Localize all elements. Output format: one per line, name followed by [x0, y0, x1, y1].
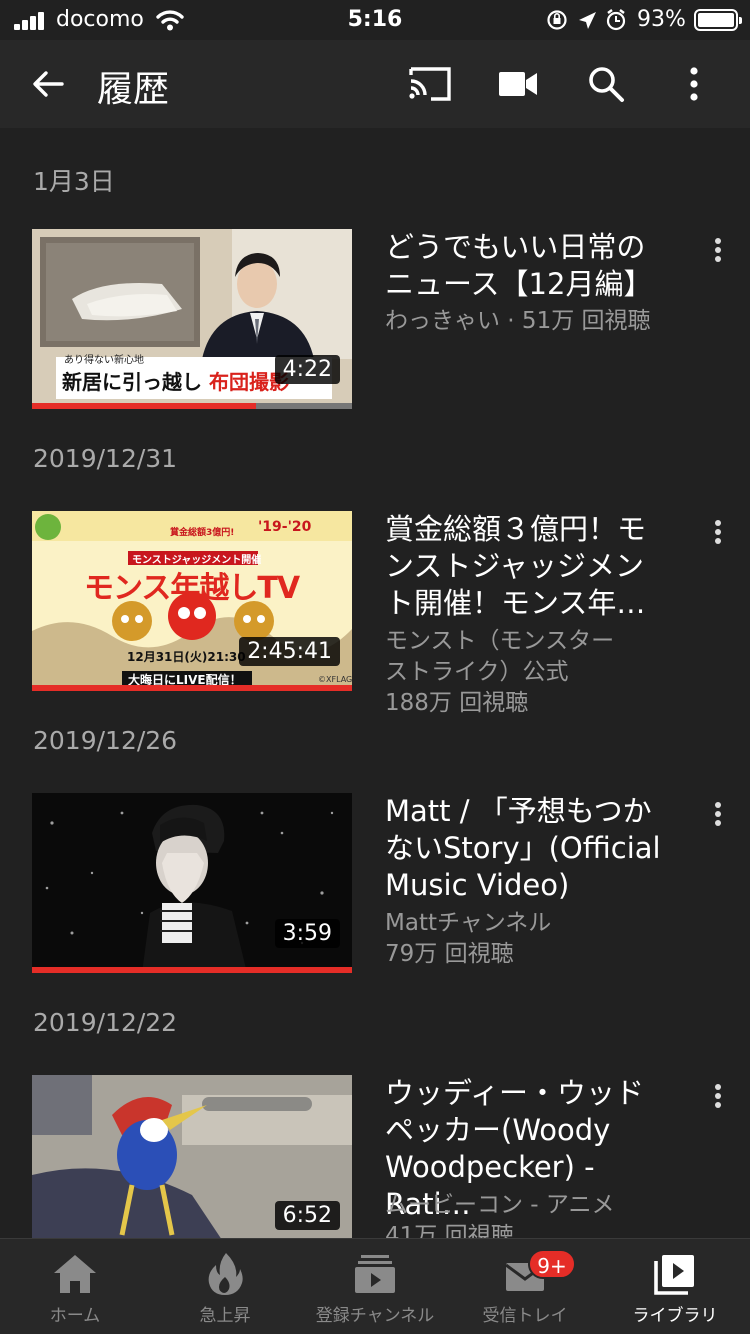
- subscriptions-icon: [355, 1255, 395, 1293]
- video-title[interactable]: どうでもいい日常の ニュース【12月編】: [385, 229, 685, 303]
- video-title[interactable]: 賞金総額３億円！モ ンストジャッジメン ト開催！モンス年…: [385, 511, 685, 622]
- video-title-line: ウッディー・ウッド: [385, 1076, 644, 1110]
- watch-progress-bar: [32, 685, 352, 691]
- video-meta-line: 41万 回視聴: [385, 1223, 514, 1238]
- banner-copyright: ©XFLAG: [318, 675, 352, 684]
- video-title-line: Matt / 「予想もつか: [385, 794, 652, 828]
- battery-percentage: 93%: [637, 7, 686, 32]
- history-list: 1月3日 あり得ない新心地 新居に引っ越し 布団撮影 4:22 どうでもいい日常…: [0, 128, 750, 1238]
- library-icon: [654, 1255, 694, 1295]
- video-camera-icon: [499, 72, 537, 96]
- alarm-icon: [606, 9, 626, 31]
- nav-trending[interactable]: 急上昇: [150, 1239, 300, 1334]
- video-meta: Mattチャンネル 79万 回視聴: [385, 908, 685, 970]
- cast-button[interactable]: [402, 56, 458, 112]
- video-more-options-button[interactable]: [706, 514, 730, 550]
- nav-label: 受信トレイ: [482, 1306, 568, 1326]
- bottom-navigation: ホーム 急上昇 登録チャンネル 受信トレイ 9+ ライブラリ: [0, 1238, 750, 1334]
- home-icon: [54, 1255, 96, 1293]
- arrow-back-icon: [33, 71, 64, 97]
- nav-label: 急上昇: [199, 1306, 251, 1326]
- nav-label: ホーム: [49, 1306, 101, 1326]
- nav-library[interactable]: ライブラリ: [600, 1239, 750, 1334]
- video-meta: わっきゃい · 51万 回視聴: [385, 306, 685, 337]
- thumbnail-caption-small: あり得ない新心地: [64, 355, 144, 366]
- video-meta-line: 188万 回視聴: [385, 690, 529, 716]
- nav-home[interactable]: ホーム: [0, 1239, 150, 1334]
- video-meta-line: わっきゃい · 51万 回視聴: [385, 308, 651, 334]
- status-bar: docomo 5:16 93%: [0, 0, 750, 40]
- video-thumbnail[interactable]: 賞金総額3億円! '19-'20 モンストジャッジメント開催 モンス年越しTV …: [32, 511, 352, 691]
- video-more-options-button[interactable]: [706, 232, 730, 268]
- video-more-options-button[interactable]: [706, 1078, 730, 1114]
- watch-progress-bar: [32, 403, 256, 409]
- banner-year: '19-'20: [258, 519, 312, 535]
- video-title-line: ンストジャッジメン: [385, 549, 644, 583]
- video-thumbnail[interactable]: 6:52: [32, 1075, 352, 1238]
- nav-subscriptions[interactable]: 登録チャンネル: [300, 1239, 450, 1334]
- video-title-line: 賞金総額３億円！モ: [385, 512, 647, 546]
- video-title-line: どうでもいい日常の: [385, 230, 646, 264]
- page-title: 履歴: [97, 69, 170, 110]
- video-meta-line: モンスト（モンスター: [385, 628, 615, 654]
- more-options-button[interactable]: [666, 56, 722, 112]
- video-more-options-button[interactable]: [706, 796, 730, 832]
- date-header: 2019/12/26: [33, 726, 178, 755]
- banner-date: 12月31日(火)21:30: [127, 650, 246, 664]
- more-vert-icon: [690, 67, 698, 101]
- video-duration: 3:59: [274, 919, 340, 948]
- nav-inbox[interactable]: 受信トレイ: [450, 1239, 600, 1334]
- watch-progress-bar: [32, 967, 352, 973]
- rotation-lock-icon: [547, 10, 567, 30]
- video-duration: 4:22: [274, 355, 340, 384]
- cast-icon: [409, 67, 451, 101]
- upload-video-button[interactable]: [490, 56, 546, 112]
- thumbnail-caption: 新居に引っ越し 布団撮影: [62, 366, 289, 395]
- video-meta-line: ストライク）公式: [385, 659, 569, 685]
- search-icon: [589, 67, 624, 102]
- banner-title: モンス年越しTV: [84, 571, 300, 606]
- back-button[interactable]: [20, 56, 76, 112]
- video-title-line: ト開催！モンス年…: [385, 586, 646, 620]
- nav-label: ライブラリ: [632, 1306, 718, 1326]
- video-thumbnail[interactable]: 3:59: [32, 793, 352, 973]
- trending-flame-icon: [208, 1253, 243, 1295]
- date-header: 2019/12/31: [33, 444, 178, 473]
- battery-icon: [694, 9, 742, 31]
- video-meta-line: ムービーコン - アニメ: [385, 1192, 615, 1218]
- app-bar: 履歴: [0, 40, 750, 128]
- date-header: 1月3日: [33, 167, 115, 196]
- video-title-line: ないStory」(Official: [385, 831, 661, 865]
- location-arrow-icon: [579, 12, 596, 29]
- video-thumbnail[interactable]: あり得ない新心地 新居に引っ越し 布団撮影 4:22: [32, 229, 352, 409]
- date-header: 2019/12/22: [33, 1008, 178, 1037]
- banner-prize: 賞金総額3億円!: [170, 528, 235, 538]
- nav-label: 登録チャンネル: [315, 1306, 435, 1326]
- video-title[interactable]: Matt / 「予想もつか ないStory」(Official Music Vi…: [385, 793, 685, 904]
- video-title-line: Music Video): [385, 868, 570, 902]
- inbox-badge: 9+: [528, 1249, 576, 1279]
- caption-main: 新居に引っ越し: [62, 370, 202, 394]
- status-icons: [547, 9, 626, 31]
- video-meta: ムービーコン - アニメ 41万 回視聴: [385, 1190, 685, 1238]
- video-meta: モンスト（モンスター ストライク）公式 188万 回視聴: [385, 626, 685, 719]
- video-duration: 2:45:41: [239, 637, 340, 666]
- search-button[interactable]: [578, 56, 634, 112]
- video-meta-line: Mattチャンネル: [385, 910, 552, 936]
- video-meta-line: 79万 回視聴: [385, 941, 514, 967]
- video-duration: 6:52: [274, 1201, 340, 1230]
- video-title-line: ニュース【12月編】: [385, 267, 653, 301]
- video-title-line: ペッカー(Woody: [385, 1113, 611, 1147]
